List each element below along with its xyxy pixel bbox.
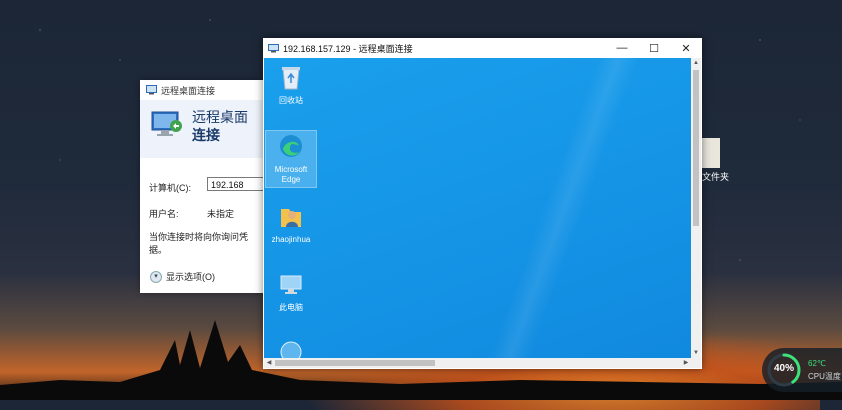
monitor-connection-icon <box>151 111 182 136</box>
remote-window-title: 192.168.157.129 - 远程桌面连接 <box>283 43 413 54</box>
credentials-info: 当你连接时将向你询问凭据。 <box>149 232 249 255</box>
remote-titlebar[interactable]: 192.168.157.129 - 远程桌面连接 — ☐ ✕ <box>263 38 702 58</box>
desktop-icon-label: zhaojinhua <box>271 235 311 244</box>
rdc-dialog: 远程桌面连接 远程桌面 连接 计算机(C): 192.168 用户名: 未指定 … <box>140 80 263 293</box>
maximize-button[interactable]: ☐ <box>638 42 670 55</box>
recycle-bin-icon <box>282 67 300 90</box>
vertical-scroll-thumb[interactable] <box>693 70 699 226</box>
username-label: 用户名: <box>149 209 179 219</box>
desktop-icon-recycle-bin[interactable]: 回收站 <box>266 64 316 106</box>
desktop-icon-label: Microsoft Edge <box>274 165 308 184</box>
show-options-toggle[interactable]: ▾ 显示选项(O) <box>150 270 215 283</box>
edge-icon <box>280 135 302 157</box>
cpu-temperature-label: CPU温度 <box>808 372 841 381</box>
this-pc-icon <box>280 275 302 294</box>
scroll-up-arrow-icon[interactable]: ▲ <box>691 58 701 68</box>
rdc-title: 远程桌面连接 <box>161 85 216 96</box>
rdc-header-line1: 远程桌面 <box>192 109 248 125</box>
desktop-file-icon-partial[interactable] <box>702 138 720 168</box>
horizontal-scrollbar[interactable]: ◀ ▶ <box>264 358 691 368</box>
desktop-icon-label-partial: 文件夹 <box>702 172 730 182</box>
user-folder-icon <box>281 209 301 227</box>
cpu-usage-percent: 40% <box>773 363 794 374</box>
rdc-header: 远程桌面 连接 <box>140 100 263 158</box>
desktop-icon-label: 此电脑 <box>279 303 303 312</box>
desktop-icon-label: 回收站 <box>279 96 303 105</box>
close-button[interactable]: ✕ <box>670 42 702 55</box>
desktop-icon-user-folder[interactable]: zhaojinhua <box>266 203 316 245</box>
rdc-app-icon <box>268 43 279 52</box>
cpu-monitor-widget[interactable]: 40% 62℃ CPU温度 <box>762 348 842 392</box>
vertical-scrollbar[interactable]: ▲ ▼ <box>691 58 701 358</box>
scroll-corner <box>691 358 701 368</box>
wallpaper-light-ray <box>414 58 691 358</box>
username-value: 未指定 <box>207 209 235 219</box>
show-options-label: 显示选项(O) <box>166 272 215 282</box>
computer-label: 计算机(C): <box>149 183 191 193</box>
horizontal-scroll-thumb[interactable] <box>275 360 435 366</box>
rdc-app-icon <box>146 85 157 95</box>
scroll-right-arrow-icon[interactable]: ▶ <box>681 358 691 368</box>
desktop-icon-edge[interactable]: Microsoft Edge <box>265 130 317 188</box>
chevron-down-icon: ▾ <box>150 270 162 283</box>
cpu-temperature: 62℃ <box>808 359 826 368</box>
computer-input[interactable]: 192.168 <box>207 177 263 191</box>
remote-session-window: 192.168.157.129 - 远程桌面连接 — ☐ ✕ 回收站 Micro… <box>263 38 702 369</box>
scroll-left-arrow-icon[interactable]: ◀ <box>264 358 274 368</box>
minimize-button[interactable]: — <box>606 42 638 55</box>
rdc-titlebar[interactable]: 远程桌面连接 <box>140 80 263 100</box>
remote-desktop-area[interactable]: 回收站 Microsoft Edge zhaojinhua 此电脑 <box>264 58 691 358</box>
desktop-icon-this-pc[interactable]: 此电脑 <box>266 271 316 313</box>
rdc-header-line2: 连接 <box>192 127 220 143</box>
network-icon <box>280 341 302 358</box>
desktop-icon-network[interactable] <box>266 339 316 358</box>
scroll-down-arrow-icon[interactable]: ▼ <box>691 348 701 358</box>
